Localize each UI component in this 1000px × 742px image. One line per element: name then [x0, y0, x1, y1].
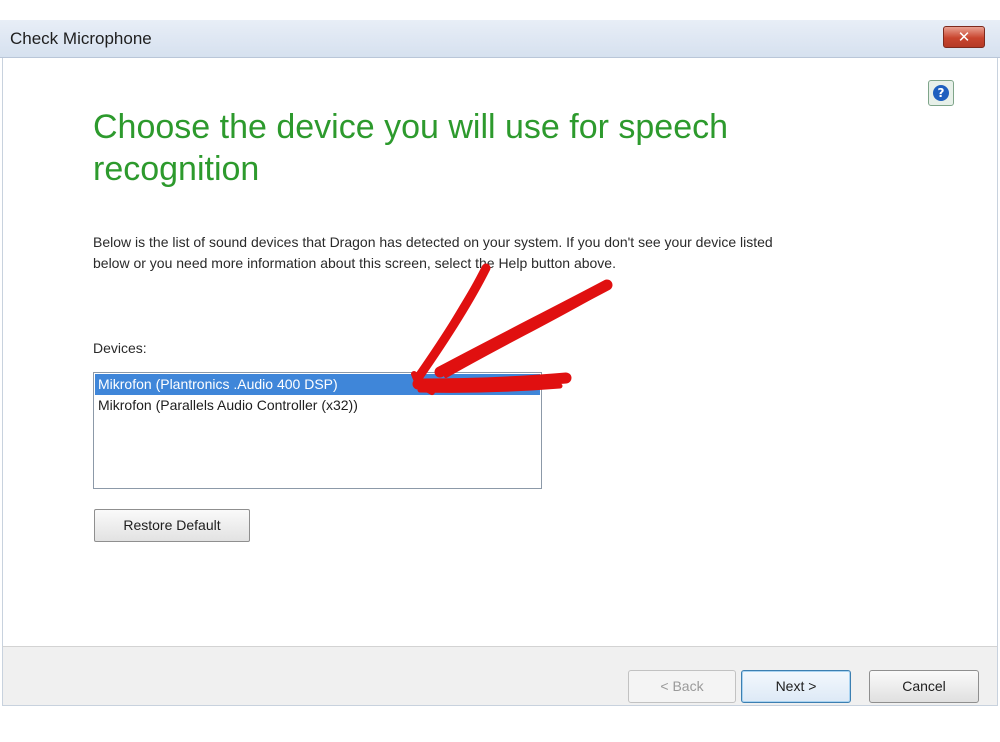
close-icon: ✕ [957, 28, 971, 46]
back-button[interactable]: < Back [628, 670, 736, 703]
devices-label: Devices: [93, 340, 147, 356]
instructions-text: Below is the list of sound devices that … [93, 234, 773, 271]
next-button[interactable]: Next > [741, 670, 851, 703]
help-button[interactable]: ? [928, 80, 954, 106]
help-icon: ? [933, 85, 949, 101]
close-button[interactable]: ✕ [943, 26, 985, 48]
page-title: Choose the device you will use for speec… [93, 108, 729, 188]
cancel-button[interactable]: Cancel [869, 670, 979, 703]
restore-default-button[interactable]: Restore Default [94, 509, 250, 542]
title-bar: Check Microphone ✕ [0, 20, 1000, 58]
devices-listbox[interactable]: Mikrofon (Plantronics .Audio 400 DSP) Mi… [93, 372, 542, 489]
window-title: Check Microphone [10, 29, 152, 48]
device-item-plantronics[interactable]: Mikrofon (Plantronics .Audio 400 DSP) [95, 374, 540, 395]
device-item-parallels[interactable]: Mikrofon (Parallels Audio Controller (x3… [95, 395, 540, 416]
